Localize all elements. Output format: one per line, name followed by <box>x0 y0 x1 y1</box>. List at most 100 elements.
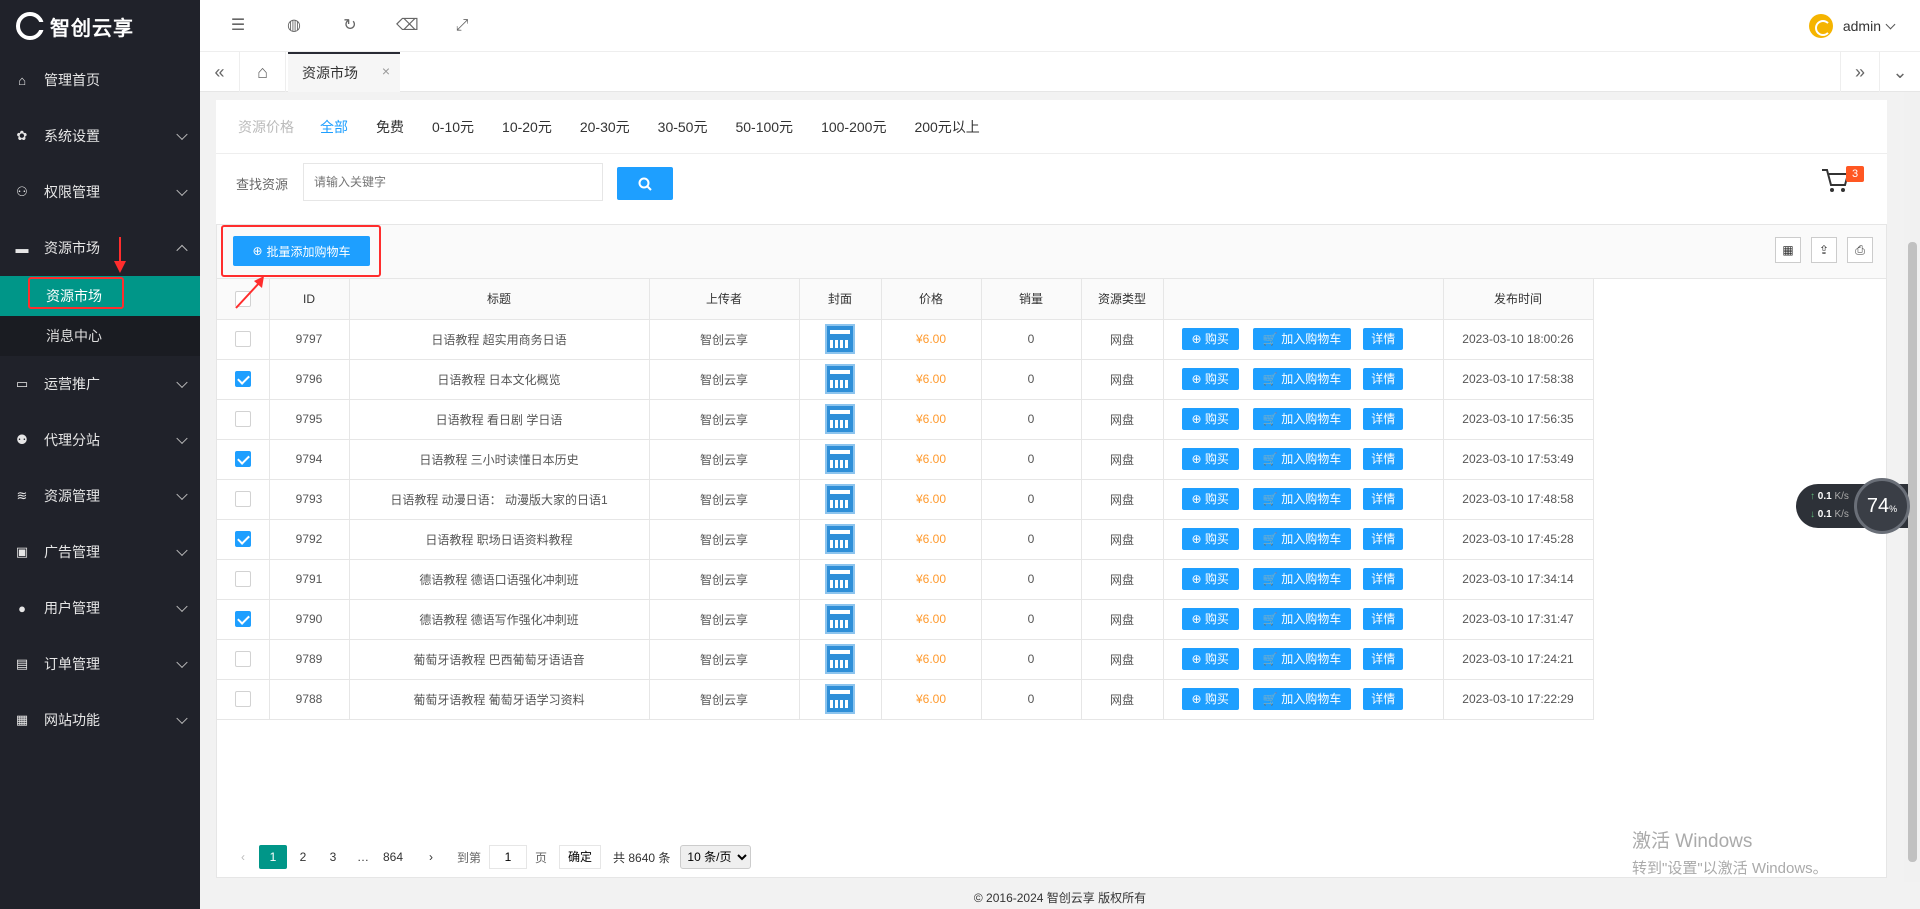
cover-thumbnail[interactable] <box>825 684 855 714</box>
page-number[interactable]: 1 <box>259 845 287 869</box>
detail-button[interactable]: 详情 <box>1363 448 1404 470</box>
detail-button[interactable]: 详情 <box>1363 328 1404 350</box>
detail-button[interactable]: 详情 <box>1363 568 1404 590</box>
buy-button[interactable]: ⊕ 购买 <box>1181 608 1239 630</box>
cover-thumbnail[interactable] <box>825 404 855 434</box>
print-icon[interactable]: ⎙ <box>1847 237 1873 263</box>
row-select-cell[interactable] <box>217 479 270 520</box>
buy-button[interactable]: ⊕ 购买 <box>1181 648 1239 670</box>
page-number[interactable]: 3 <box>319 845 347 869</box>
tab-resource-market[interactable]: 资源市场 × <box>288 52 400 92</box>
sidebar-item[interactable]: ▦ 网站功能 <box>0 692 200 748</box>
detail-button[interactable]: 详情 <box>1363 528 1404 550</box>
price-filter-option[interactable]: 30-50元 <box>658 117 708 137</box>
add-cart-button[interactable]: 🛒 加入购物车 <box>1252 528 1352 550</box>
row-checkbox[interactable] <box>234 491 251 507</box>
sidebar-item[interactable]: ⚉ 代理分站 <box>0 412 200 468</box>
sidebar-item[interactable]: ● 用户管理 <box>0 580 200 636</box>
cover-thumbnail[interactable] <box>825 644 855 674</box>
cover-thumbnail[interactable] <box>825 484 855 514</box>
row-checkbox[interactable] <box>234 691 251 707</box>
row-select-cell[interactable] <box>217 399 270 440</box>
price-filter-option[interactable]: 20-30元 <box>580 117 630 137</box>
export-icon[interactable]: ⇪ <box>1811 237 1837 263</box>
row-select-cell[interactable] <box>217 559 270 600</box>
row-select-cell[interactable] <box>217 359 270 400</box>
buy-button[interactable]: ⊕ 购买 <box>1181 688 1239 710</box>
collapse-menu-icon[interactable]: ☰ <box>228 16 248 36</box>
home-tab-icon[interactable]: ⌂ <box>240 52 286 92</box>
scroll-right-icon[interactable]: » <box>1840 52 1880 92</box>
goto-confirm-button[interactable]: 确定 <box>559 845 602 869</box>
row-checkbox[interactable] <box>234 651 251 667</box>
detail-button[interactable]: 详情 <box>1363 368 1404 390</box>
sidebar-item[interactable]: ✿ 系统设置 <box>0 108 200 164</box>
sidebar-item[interactable]: ⚇ 权限管理 <box>0 164 200 220</box>
price-filter-option[interactable]: 100-200元 <box>821 117 886 137</box>
sidebar-item[interactable]: ▭ 运营推广 <box>0 356 200 412</box>
row-select-cell[interactable] <box>217 679 270 720</box>
add-cart-button[interactable]: 🛒 加入购物车 <box>1252 608 1352 630</box>
detail-button[interactable]: 详情 <box>1363 688 1404 710</box>
sidebar-item[interactable]: ⌂ 管理首页 <box>0 52 200 108</box>
goto-page-input[interactable] <box>489 845 528 869</box>
row-select-cell[interactable] <box>217 319 270 360</box>
price-filter-option[interactable]: 50-100元 <box>735 117 793 137</box>
scroll-left-icon[interactable]: « <box>200 52 240 92</box>
cover-thumbnail[interactable] <box>825 564 855 594</box>
row-checkbox[interactable] <box>234 611 251 627</box>
row-checkbox[interactable] <box>234 411 251 427</box>
sidebar-item[interactable]: ▣ 广告管理 <box>0 524 200 580</box>
cover-thumbnail[interactable] <box>825 364 855 394</box>
page-number[interactable]: 864 <box>379 845 407 869</box>
row-checkbox[interactable] <box>234 531 251 547</box>
price-filter-option[interactable]: 10-20元 <box>502 117 552 137</box>
cover-thumbnail[interactable] <box>825 524 855 554</box>
tab-menu-chevron-icon[interactable]: ⌄ <box>1880 52 1920 92</box>
add-cart-button[interactable]: 🛒 加入购物车 <box>1252 648 1352 670</box>
detail-button[interactable]: 详情 <box>1363 408 1404 430</box>
cover-thumbnail[interactable] <box>825 604 855 634</box>
page-number[interactable]: 2 <box>289 845 317 869</box>
sidebar-item[interactable]: ≋ 资源管理 <box>0 468 200 524</box>
detail-button[interactable]: 详情 <box>1363 608 1404 630</box>
buy-button[interactable]: ⊕ 购买 <box>1181 528 1239 550</box>
row-checkbox[interactable] <box>234 451 251 467</box>
add-cart-button[interactable]: 🛒 加入购物车 <box>1252 488 1352 510</box>
add-cart-button[interactable]: 🛒 加入购物车 <box>1252 408 1352 430</box>
add-cart-button[interactable]: 🛒 加入购物车 <box>1252 368 1352 390</box>
price-filter-option[interactable]: 0-10元 <box>432 117 474 137</box>
scrollbar-thumb[interactable] <box>1908 242 1917 862</box>
cart-button[interactable]: 3 <box>1820 166 1864 196</box>
buy-button[interactable]: ⊕ 购买 <box>1181 408 1239 430</box>
submenu-item[interactable]: 消息中心 <box>0 316 200 356</box>
row-select-cell[interactable] <box>217 599 270 640</box>
cover-thumbnail[interactable] <box>825 444 855 474</box>
search-button[interactable] <box>617 167 673 200</box>
search-input[interactable] <box>303 163 603 201</box>
detail-button[interactable]: 详情 <box>1363 648 1404 670</box>
sidebar-item[interactable]: ▤ 订单管理 <box>0 636 200 692</box>
buy-button[interactable]: ⊕ 购买 <box>1181 488 1239 510</box>
row-select-cell[interactable] <box>217 519 270 560</box>
add-cart-button[interactable]: 🛒 加入购物车 <box>1252 448 1352 470</box>
buy-button[interactable]: ⊕ 购买 <box>1181 568 1239 590</box>
prev-page-icon[interactable]: ‹ <box>229 845 257 869</box>
row-checkbox[interactable] <box>234 331 251 347</box>
columns-filter-icon[interactable]: ▦ <box>1775 237 1801 263</box>
close-icon[interactable]: × <box>382 63 390 79</box>
add-cart-button[interactable]: 🛒 加入购物车 <box>1252 328 1352 350</box>
detail-button[interactable]: 详情 <box>1363 488 1404 510</box>
sidebar-item[interactable]: ▬ 资源市场 <box>0 220 200 276</box>
next-page-icon[interactable]: › <box>417 845 445 869</box>
buy-button[interactable]: ⊕ 购买 <box>1181 328 1239 350</box>
globe-icon[interactable]: ◍ <box>284 16 304 36</box>
add-cart-button[interactable]: 🛒 加入购物车 <box>1252 568 1352 590</box>
trash-icon[interactable]: ⌫ <box>396 16 419 36</box>
price-filter-option[interactable]: 免费 <box>376 117 404 137</box>
price-filter-option[interactable]: 全部 <box>320 117 348 137</box>
per-page-select[interactable]: 10 条/页 <box>680 845 752 869</box>
buy-button[interactable]: ⊕ 购买 <box>1181 368 1239 390</box>
add-cart-button[interactable]: 🛒 加入购物车 <box>1252 688 1352 710</box>
row-select-cell[interactable] <box>217 639 270 680</box>
